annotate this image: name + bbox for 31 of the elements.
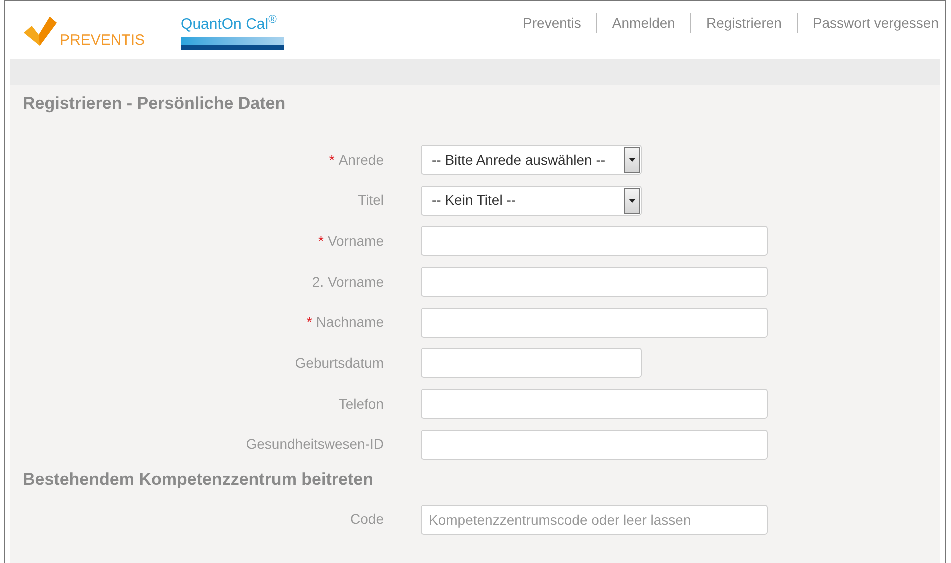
input-field[interactable] [421, 267, 768, 298]
field-label: Gesundheitswesen-ID [246, 435, 384, 454]
input-field[interactable]: Kompetenzzentrumscode oder leer lassen [421, 504, 768, 535]
section-heading: Bestehendem Kompetenzzentrum beitreten [22, 468, 374, 491]
input-field[interactable] [421, 389, 768, 420]
input-field[interactable] [421, 308, 768, 338]
section-heading: Registrieren - Persönliche Daten [22, 93, 287, 115]
nav-link[interactable]: Registrieren [706, 13, 782, 34]
nav-link[interactable]: Preventis [523, 13, 582, 34]
dropdown[interactable]: -- Bitte Anrede auswählen -- [421, 145, 642, 175]
field-label: Nachname [316, 313, 384, 332]
nav-link[interactable]: Passwort vergessen [812, 13, 939, 34]
field-label: Code [350, 510, 384, 530]
field-label: Geburtsdatum [295, 354, 384, 373]
field-label: Vorname [328, 232, 384, 251]
input-field[interactable] [421, 430, 768, 460]
field-label: Anrede [338, 150, 384, 170]
required-asterisk: * [329, 150, 335, 170]
caret-icon [624, 188, 640, 214]
input-field[interactable] [421, 226, 768, 256]
caret-icon [624, 147, 640, 173]
input-field[interactable] [421, 348, 642, 378]
field-label: Telefon [338, 394, 384, 414]
product-logo: QuantOn Cal$^{®}$ [181, 17, 278, 32]
logo-text: PREVENTIS [60, 33, 146, 48]
dropdown[interactable]: -- Kein Titel -- [421, 186, 642, 216]
nav-link[interactable]: Anmelden [612, 13, 676, 34]
required-asterisk: * [306, 313, 312, 332]
required-asterisk: * [318, 232, 324, 251]
field-label: 2. Vorname [312, 272, 384, 292]
field-label: Titel [358, 191, 384, 210]
